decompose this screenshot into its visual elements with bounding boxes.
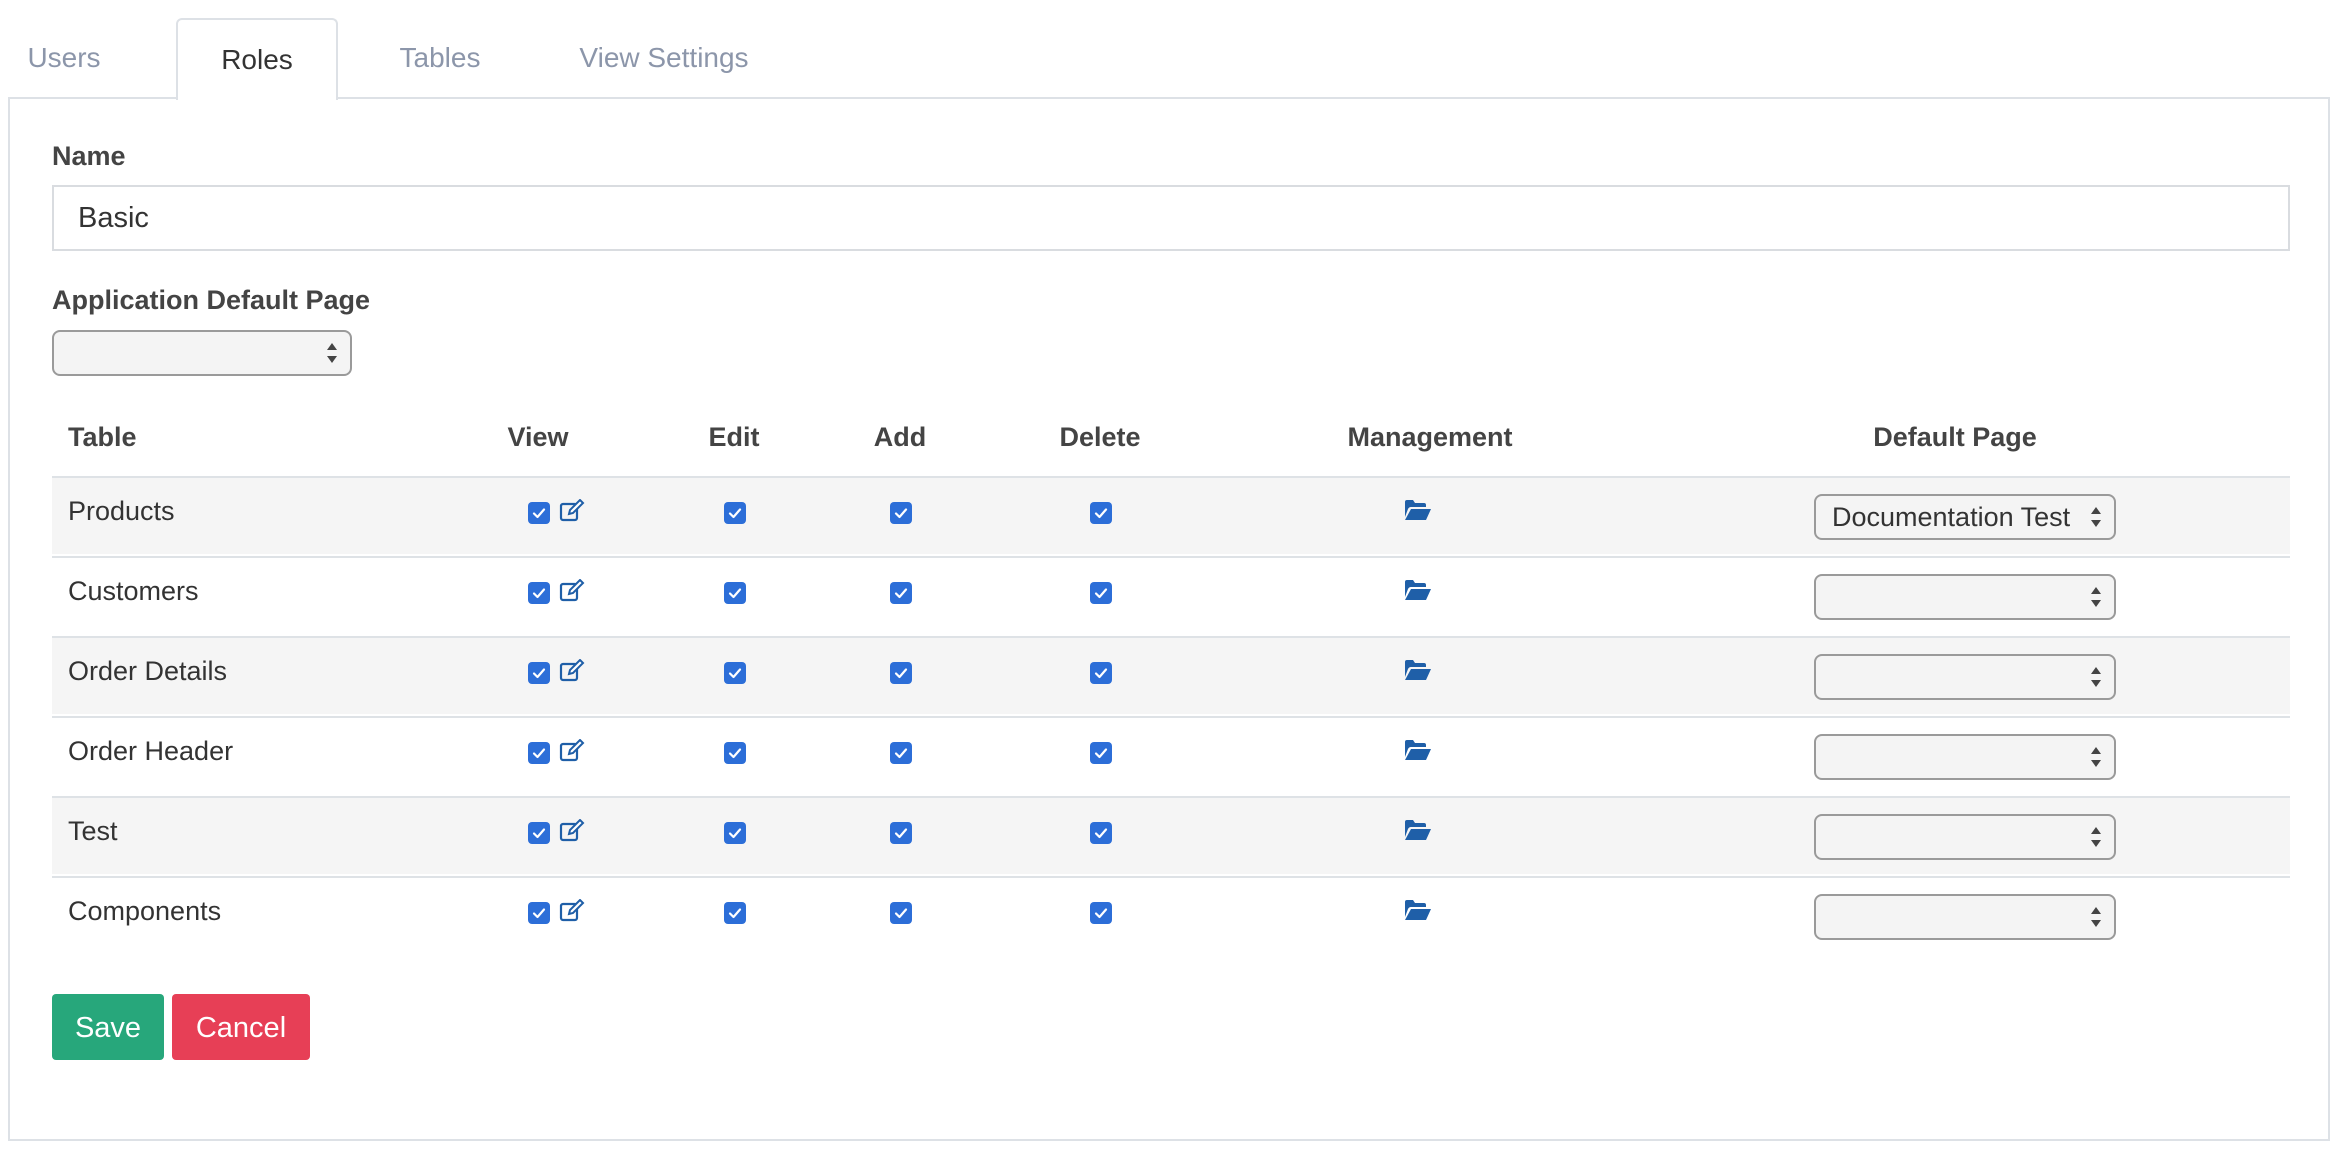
select-arrows-icon [2091,667,2101,687]
view-checkbox[interactable] [528,742,550,764]
edit-checkbox[interactable] [724,822,746,844]
default-page-select[interactable]: Documentation Test [1814,494,2116,540]
cancel-button[interactable]: Cancel [172,994,310,1060]
table-row: Order Header [52,716,2290,794]
name-label: Name [52,141,126,171]
select-arrows-icon [2091,507,2101,527]
default-page-select[interactable] [1814,734,2116,780]
tab-tables[interactable]: Tables [376,18,504,98]
edit-checkbox[interactable] [724,662,746,684]
folder-open-icon[interactable] [1404,819,1432,846]
table-row: Test [52,796,2290,874]
folder-open-icon[interactable] [1404,579,1432,606]
header-view: View [507,422,569,452]
edit-checkbox[interactable] [724,582,746,604]
delete-checkbox[interactable] [1090,502,1112,524]
delete-checkbox[interactable] [1090,662,1112,684]
edit-checkbox[interactable] [724,502,746,524]
row-table-name: Order Details [68,656,228,686]
delete-checkbox[interactable] [1090,902,1112,924]
row-table-name: Customers [68,576,199,606]
delete-checkbox[interactable] [1090,582,1112,604]
edit-icon[interactable] [559,738,585,768]
header-add: Add [873,422,927,452]
tab-roles[interactable]: Roles [176,18,338,100]
edit-icon[interactable] [559,578,585,608]
select-value: Documentation Test [1832,502,2071,532]
name-input[interactable] [52,185,2290,251]
default-page-select[interactable] [1814,894,2116,940]
add-checkbox[interactable] [890,582,912,604]
view-checkbox[interactable] [528,662,550,684]
select-arrows-icon [2091,747,2101,767]
row-table-name: Products [68,496,175,526]
view-checkbox[interactable] [528,902,550,924]
default-page-label: Application Default Page [52,285,371,315]
folder-open-icon[interactable] [1404,659,1432,686]
row-table-name: Order Header [68,736,234,766]
application-default-page-select[interactable] [52,330,352,376]
add-checkbox[interactable] [890,502,912,524]
edit-icon[interactable] [559,818,585,848]
tab-users[interactable]: Users [10,18,118,98]
edit-icon[interactable] [559,498,585,528]
folder-open-icon[interactable] [1404,739,1432,766]
add-checkbox[interactable] [890,662,912,684]
header-delete: Delete [1059,422,1141,452]
select-arrows-icon [2091,907,2101,927]
role-editor-panel: Name Application Default Page Table View… [8,97,2330,1141]
add-checkbox[interactable] [890,742,912,764]
table-row: Products Documentation Test [52,476,2290,554]
view-checkbox[interactable] [528,582,550,604]
row-table-name: Test [68,816,118,846]
header-default-page: Default Page [1873,422,2037,452]
header-table: Table [68,422,137,452]
add-checkbox[interactable] [890,902,912,924]
tab-view-settings[interactable]: View Settings [564,18,764,98]
tab-bar: Users Roles Tables View Settings [8,0,2330,100]
folder-open-icon[interactable] [1404,899,1432,926]
row-table-name: Components [68,896,222,926]
edit-icon[interactable] [559,658,585,688]
select-arrows-icon [327,343,337,363]
table-row: Components [52,876,2290,954]
default-page-select[interactable] [1814,814,2116,860]
delete-checkbox[interactable] [1090,822,1112,844]
view-checkbox[interactable] [528,502,550,524]
table-row: Customers [52,556,2290,634]
select-arrows-icon [2091,827,2101,847]
edit-checkbox[interactable] [724,902,746,924]
table-row: Order Details [52,636,2290,714]
default-page-select[interactable] [1814,574,2116,620]
folder-open-icon[interactable] [1404,499,1432,526]
view-checkbox[interactable] [528,822,550,844]
add-checkbox[interactable] [890,822,912,844]
delete-checkbox[interactable] [1090,742,1112,764]
header-edit: Edit [708,422,760,452]
save-button[interactable]: Save [52,994,164,1060]
edit-checkbox[interactable] [724,742,746,764]
select-arrows-icon [2091,587,2101,607]
default-page-select[interactable] [1814,654,2116,700]
edit-icon[interactable] [559,898,585,928]
header-management: Management [1347,422,1513,452]
